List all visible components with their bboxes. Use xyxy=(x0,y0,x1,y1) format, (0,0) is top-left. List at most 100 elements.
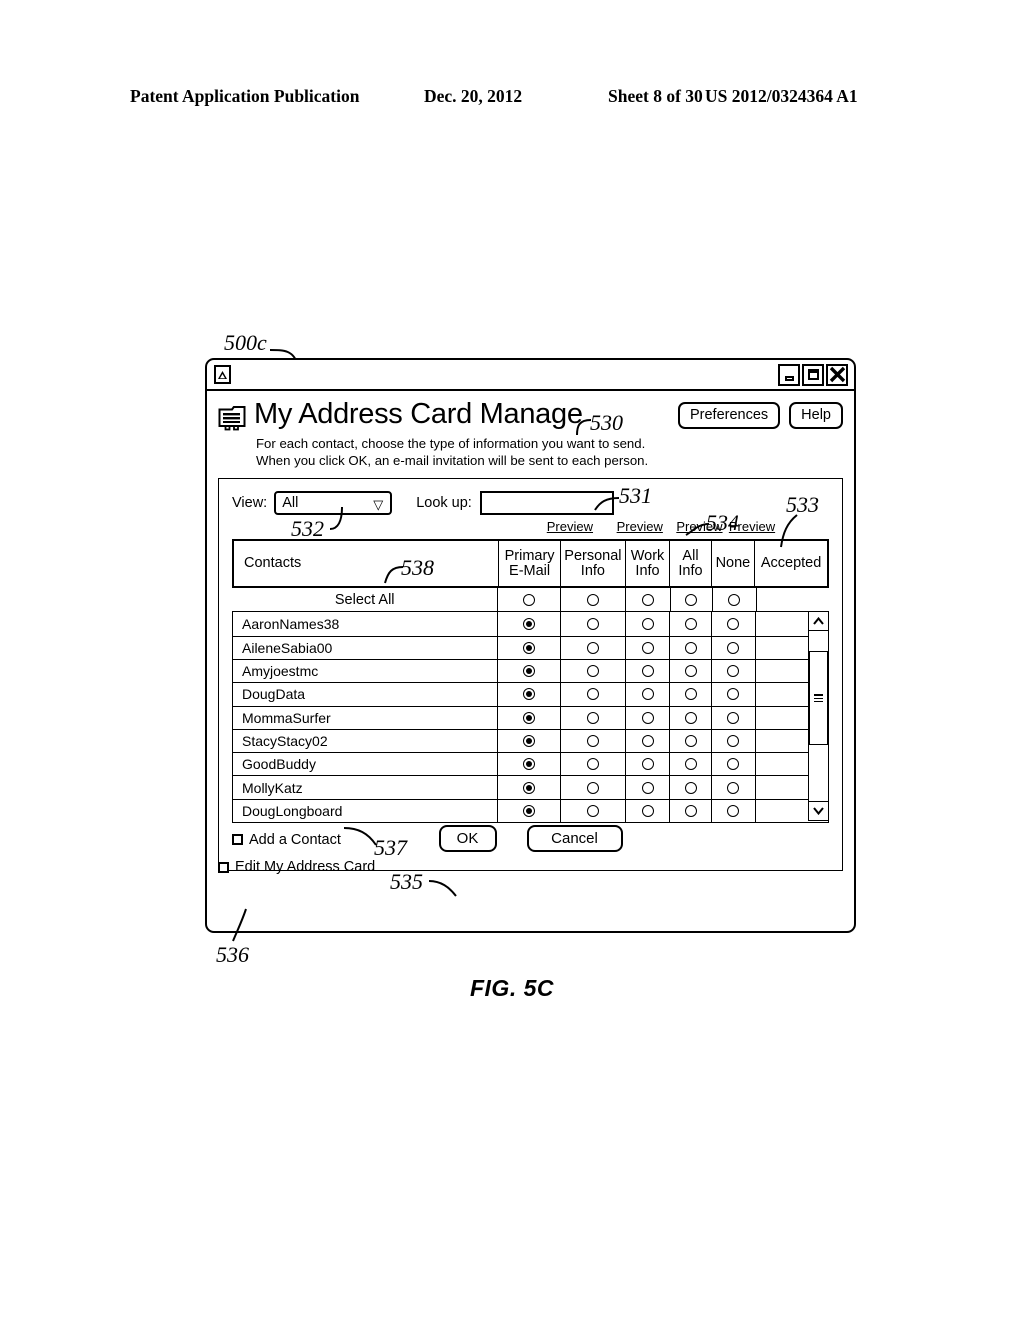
figure-caption: FIG. 5C xyxy=(469,975,554,1001)
radio-work_info[interactable] xyxy=(624,636,670,659)
radio-none[interactable] xyxy=(711,799,755,822)
column-header-personal-info: Personal Info xyxy=(560,541,625,587)
select-all-primary-email-radio[interactable] xyxy=(497,588,559,612)
radio-primary_email[interactable] xyxy=(497,706,559,729)
table-row[interactable]: MommaSurfer xyxy=(233,705,828,729)
radio-primary_email[interactable] xyxy=(497,729,559,753)
mountain-app-icon[interactable] xyxy=(214,365,231,384)
radio-work_info[interactable] xyxy=(624,729,670,753)
contact-name: DougLongboard xyxy=(242,802,343,819)
radio-primary_email[interactable] xyxy=(497,683,559,706)
radio-all_info[interactable] xyxy=(669,729,711,753)
cancel-button[interactable]: Cancel xyxy=(526,824,623,852)
radio-primary_email[interactable] xyxy=(497,799,559,822)
select-all-row: Select All xyxy=(232,588,829,612)
table-row[interactable]: DougData xyxy=(233,682,828,706)
dialog-title-group: My Address Card Manage xyxy=(218,400,583,431)
radio-personal_info[interactable] xyxy=(559,753,625,776)
radio-primary_email[interactable] xyxy=(497,612,559,636)
radio-work_info[interactable] xyxy=(624,776,670,799)
radio-none[interactable] xyxy=(711,706,755,729)
contacts-table: Contacts Primary E-Mail Personal Info Wo… xyxy=(232,539,829,823)
table-header-row: Contacts Primary E-Mail Personal Info Wo… xyxy=(232,539,829,589)
radio-personal_info[interactable] xyxy=(559,729,625,753)
radio-personal_info[interactable] xyxy=(559,659,625,683)
help-button[interactable]: Help xyxy=(789,402,843,429)
radio-none[interactable] xyxy=(711,776,755,799)
radio-none[interactable] xyxy=(711,683,755,706)
contacts-rows: AaronNames38 AileneSabia00 Amyjoestmc DougD… xyxy=(232,611,829,823)
radio-work_info[interactable] xyxy=(624,612,670,636)
table-row[interactable]: AileneSabia00 xyxy=(233,635,828,659)
radio-none[interactable] xyxy=(711,612,755,636)
ref-538: 538 xyxy=(401,555,434,580)
radio-personal_info[interactable] xyxy=(559,799,625,822)
contact-name: Amyjoestmc xyxy=(242,663,319,680)
column-header-all-info: All Info xyxy=(669,541,710,587)
publication-date: Dec. 20, 2012 xyxy=(424,86,523,106)
radio-personal_info[interactable] xyxy=(559,683,625,706)
select-all-all-info-radio[interactable] xyxy=(670,588,712,612)
radio-personal_info[interactable] xyxy=(559,636,625,659)
radio-personal_info[interactable] xyxy=(559,776,625,799)
radio-all_info[interactable] xyxy=(669,636,711,659)
select-all-label: Select All xyxy=(334,591,395,608)
radio-work_info[interactable] xyxy=(624,706,670,729)
scrollbar-track[interactable] xyxy=(809,631,828,801)
radio-work_info[interactable] xyxy=(624,799,670,822)
radio-work_info[interactable] xyxy=(624,659,670,683)
close-button[interactable] xyxy=(826,363,848,386)
contacts-scrollbar[interactable] xyxy=(808,611,829,822)
page-title: My Address Card Manage xyxy=(254,398,583,430)
radio-none[interactable] xyxy=(711,659,755,683)
ref-534: 534 xyxy=(706,510,739,535)
radio-work_info[interactable] xyxy=(624,753,670,776)
select-all-none-radio[interactable] xyxy=(711,588,756,612)
dialog-instructions: For each contact, choose the type of inf… xyxy=(256,436,649,469)
preferences-button[interactable]: Preferences xyxy=(677,402,781,429)
window-body: My Address Card Manage Preferences Help … xyxy=(207,391,854,931)
lookup-input[interactable] xyxy=(479,491,614,516)
radio-none[interactable] xyxy=(711,636,755,659)
select-all-personal-info-radio[interactable] xyxy=(559,588,625,612)
radio-none[interactable] xyxy=(711,753,755,776)
radio-primary_email[interactable] xyxy=(497,636,559,659)
scroll-up-button[interactable] xyxy=(809,612,828,632)
radio-primary_email[interactable] xyxy=(497,659,559,683)
edit-my-address-card-checkbox[interactable] xyxy=(218,861,229,873)
radio-all_info[interactable] xyxy=(669,753,711,776)
ref-500c: 500c xyxy=(224,330,267,355)
select-all-work-info-radio[interactable] xyxy=(625,588,670,612)
radio-all_info[interactable] xyxy=(669,683,711,706)
scrollbar-thumb[interactable] xyxy=(809,651,828,746)
edit-my-address-card-row[interactable]: Edit My Address Card xyxy=(218,859,375,875)
radio-work_info[interactable] xyxy=(624,683,670,706)
radio-primary_email[interactable] xyxy=(497,753,559,776)
view-select[interactable]: All ▽ xyxy=(274,491,393,516)
radio-none[interactable] xyxy=(711,729,755,753)
minimize-button[interactable] xyxy=(778,363,800,386)
preview-link-primary-email[interactable]: Preview xyxy=(547,519,593,534)
scroll-down-button[interactable] xyxy=(809,801,828,820)
table-row[interactable]: Amyjoestmc xyxy=(233,658,828,683)
dialog-header-row: My Address Card Manage Preferences Help xyxy=(218,400,843,431)
preview-link-personal-info[interactable]: Preview xyxy=(617,519,663,534)
table-row[interactable]: StacyStacy02 xyxy=(233,728,828,753)
table-row[interactable]: MollyKatz xyxy=(233,775,828,799)
dialog-header-buttons: Preferences Help xyxy=(677,402,843,429)
table-row[interactable]: DougLongboard xyxy=(233,798,828,822)
table-row[interactable]: GoodBuddy xyxy=(233,752,828,776)
radio-personal_info[interactable] xyxy=(559,706,625,729)
table-row[interactable]: AaronNames38 xyxy=(233,612,828,636)
radio-all_info[interactable] xyxy=(669,659,711,683)
filter-row: View: All ▽ Look up: xyxy=(232,490,829,516)
radio-all_info[interactable] xyxy=(669,706,711,729)
radio-all_info[interactable] xyxy=(669,612,711,636)
ok-button[interactable]: OK xyxy=(438,824,497,852)
radio-all_info[interactable] xyxy=(669,799,711,822)
radio-personal_info[interactable] xyxy=(559,612,625,636)
maximize-button[interactable] xyxy=(802,363,824,386)
radio-primary_email[interactable] xyxy=(497,776,559,799)
edit-my-address-card-label: Edit My Address Card xyxy=(235,859,376,875)
radio-all_info[interactable] xyxy=(669,776,711,799)
